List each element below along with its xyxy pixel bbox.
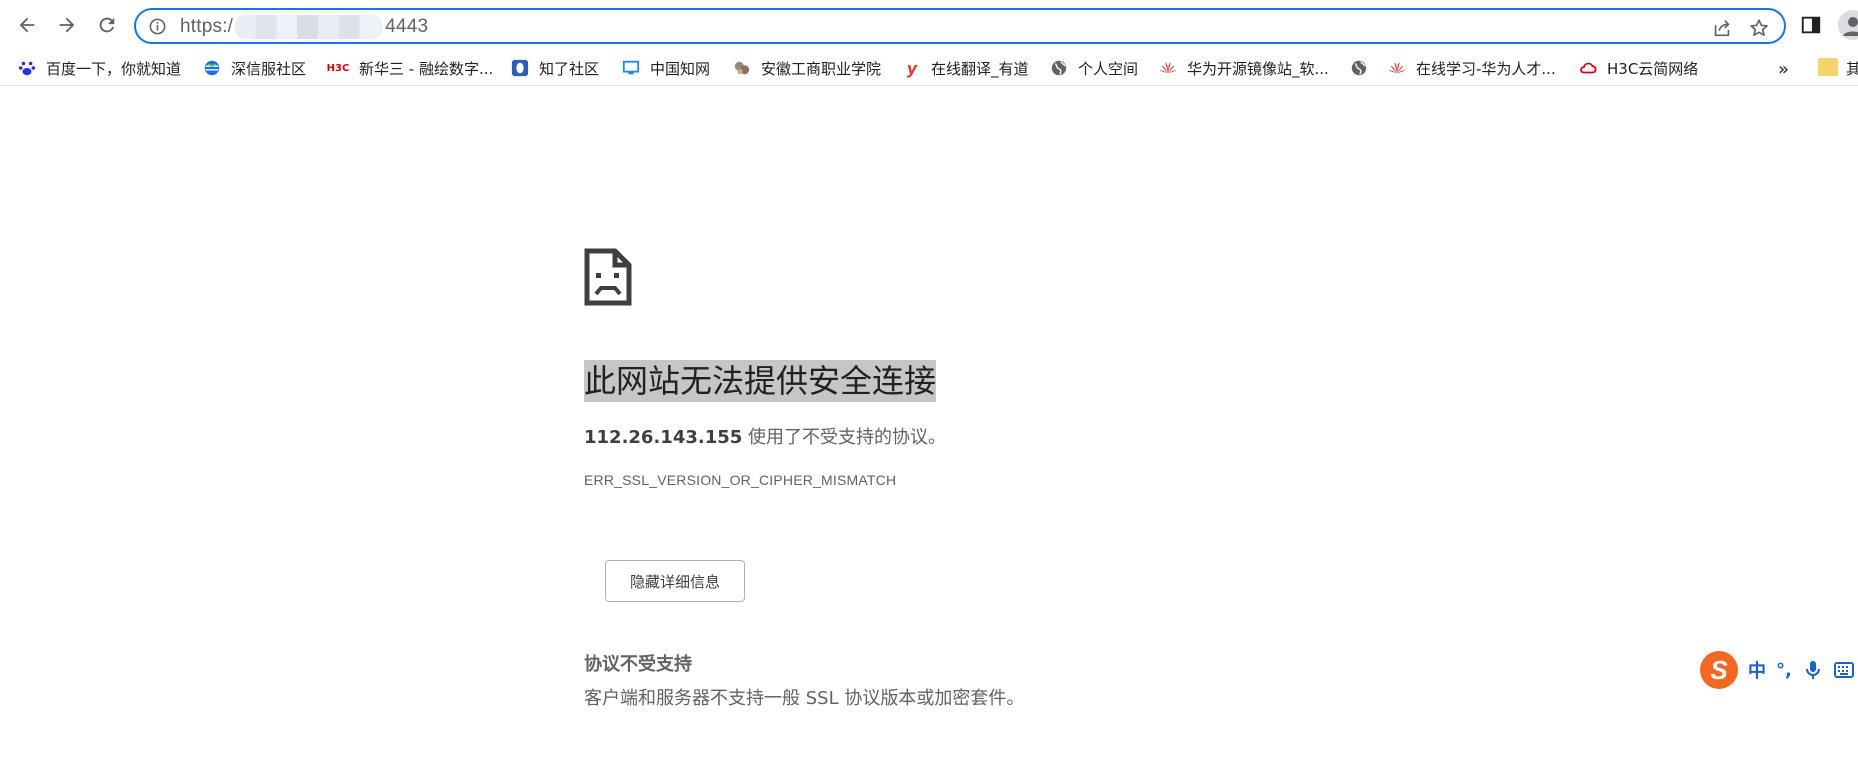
- huawei-icon: [1388, 59, 1406, 77]
- bookmark-cnki[interactable]: 中国知网: [622, 55, 710, 81]
- sogou-logo-icon[interactable]: S: [1700, 651, 1738, 689]
- reload-button[interactable]: [91, 9, 123, 41]
- arrow-left-icon: [19, 17, 35, 33]
- ime-mode-toggle[interactable]: 中: [1748, 657, 1766, 683]
- bookmarks-bar: 百度一下，你就知道 深信服社区 H3C 新华三 - 融绘数字... 知了社区 中…: [0, 50, 1858, 86]
- url-prefix: https:/: [180, 16, 234, 38]
- bookmark-label: 新华三 - 融绘数字...: [359, 59, 494, 78]
- microphone-icon[interactable]: [1804, 660, 1822, 680]
- globe-icon: [1350, 59, 1368, 77]
- info-icon[interactable]: [148, 17, 167, 36]
- other-bookmarks-label[interactable]: 其: [1846, 58, 1858, 79]
- error-code: ERR_SSL_VERSION_OR_CIPHER_MISMATCH: [584, 472, 897, 488]
- sad-page-icon: [584, 248, 632, 306]
- zhiliao-icon: [511, 59, 529, 77]
- baidu-paw-icon: [18, 59, 36, 77]
- bookmarks-overflow-button[interactable]: »: [1778, 59, 1789, 80]
- bookmark-label: 在线翻译_有道: [931, 59, 1029, 78]
- bookmark-h3c[interactable]: H3C 新华三 - 融绘数字...: [326, 55, 494, 81]
- bookmark-label: 在线学习-华为人才...: [1416, 59, 1556, 78]
- hide-details-button[interactable]: 隐藏详细信息: [605, 560, 745, 602]
- server-ip: 112.26.143.155: [584, 427, 743, 448]
- address-bar[interactable]: https:/ 4443: [134, 8, 1786, 44]
- bookmark-huawei-talent[interactable]: 在线学习-华为人才...: [1388, 55, 1556, 81]
- bookmark-personal-space[interactable]: 个人空间: [1050, 55, 1138, 81]
- error-description-text: 使用了不受支持的协议。: [742, 427, 947, 448]
- bookmark-globe[interactable]: [1350, 55, 1378, 81]
- keyboard-icon[interactable]: [1833, 660, 1854, 680]
- bookmark-label: H3C云简网络: [1607, 59, 1699, 78]
- bookmark-label: 知了社区: [539, 59, 600, 78]
- share-icon[interactable]: [1711, 17, 1733, 39]
- profile-avatar[interactable]: [1838, 10, 1858, 40]
- bookmark-sangfor[interactable]: 深信服社区: [203, 55, 306, 81]
- bookmark-youdao[interactable]: y 在线翻译_有道: [903, 55, 1029, 81]
- page-title: 此网站无法提供安全连接: [584, 360, 937, 402]
- back-button[interactable]: [11, 9, 43, 41]
- details-text: 客户端和服务器不支持一般 SSL 协议版本或加密套件。: [584, 688, 1025, 709]
- bookmark-label: 深信服社区: [231, 59, 307, 78]
- star-icon[interactable]: [1748, 17, 1770, 39]
- reload-icon: [99, 17, 115, 33]
- huawei-icon: [1159, 59, 1177, 77]
- url-text[interactable]: https:/ 4443: [180, 15, 428, 39]
- cloud-icon: [1579, 59, 1597, 77]
- folder-icon[interactable]: [1818, 58, 1838, 76]
- browser-toolbar: https:/ 4443: [0, 0, 1858, 50]
- globe-icon: [203, 59, 221, 77]
- bookmark-label: 中国知网: [650, 59, 711, 78]
- url-port: 4443: [385, 16, 429, 37]
- details-heading: 协议不受支持: [584, 654, 692, 675]
- side-panel-button[interactable]: [1798, 12, 1824, 38]
- bookmark-huawei-mirror[interactable]: 华为开源镜像站_软...: [1159, 55, 1329, 81]
- bookmark-label: 个人空间: [1078, 59, 1139, 78]
- globe-icon: [1050, 59, 1068, 77]
- side-panel-icon: [1801, 16, 1821, 34]
- h3c-logo-icon: H3C: [326, 62, 350, 74]
- forward-button[interactable]: [51, 9, 83, 41]
- url-host-redacted: [235, 15, 384, 39]
- ime-toolbar: S 中 °,: [1700, 650, 1858, 690]
- bookmark-label: 百度一下，你就知道: [46, 59, 182, 78]
- bookmark-ahbvc[interactable]: 安徽工商职业学院: [733, 55, 881, 81]
- error-description: 112.26.143.155 使用了不受支持的协议。: [584, 423, 946, 449]
- bookmark-zhiliao[interactable]: 知了社区: [511, 55, 599, 81]
- school-badge-icon: [733, 59, 751, 77]
- bookmark-label: 华为开源镜像站_软...: [1187, 59, 1329, 78]
- monitor-icon: [622, 59, 640, 77]
- arrow-right-icon: [59, 17, 75, 33]
- bookmark-label: 安徽工商职业学院: [761, 59, 882, 78]
- youdao-icon: y: [906, 58, 918, 78]
- bookmark-baidu[interactable]: 百度一下，你就知道: [18, 55, 181, 81]
- ime-punctuation-toggle[interactable]: °,: [1776, 660, 1792, 681]
- person-icon: [1843, 17, 1858, 36]
- bookmark-h3c-cloud[interactable]: H3C云简网络: [1579, 55, 1698, 81]
